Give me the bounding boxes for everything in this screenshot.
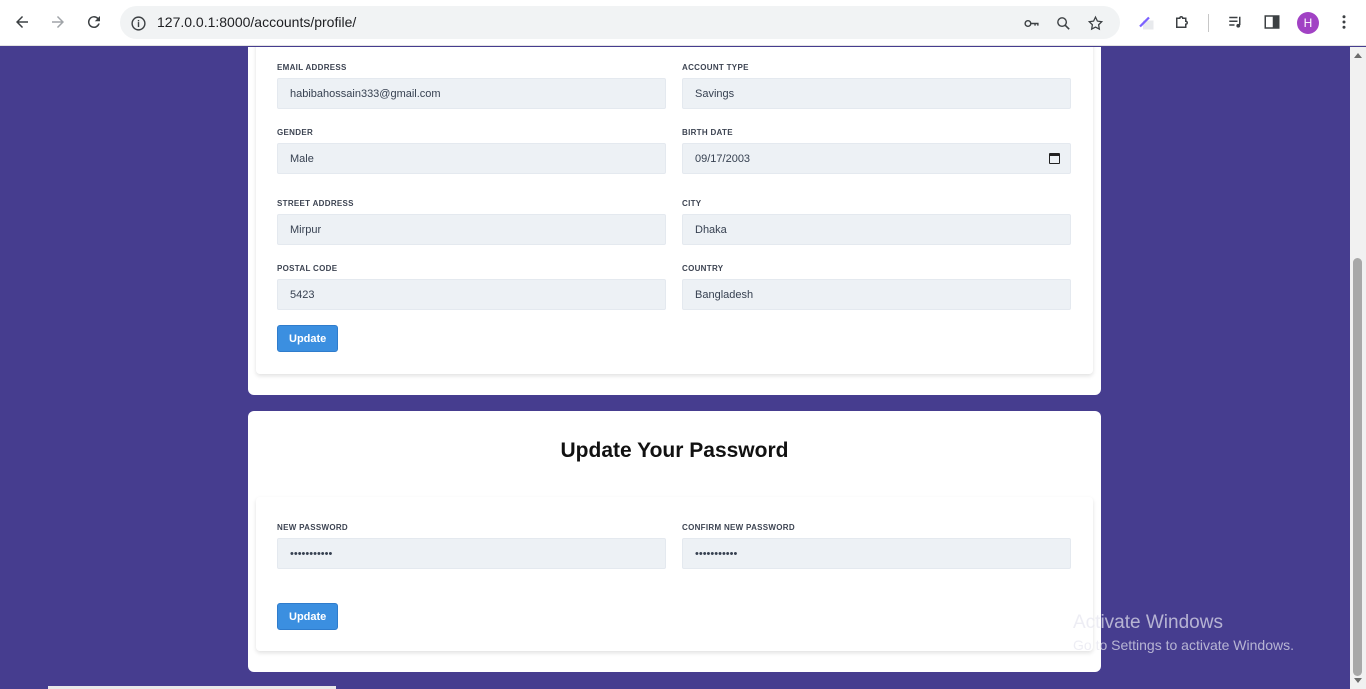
bookmark-star-icon[interactable] xyxy=(1083,11,1107,35)
page-viewport: EMAIL ADDRESS habibahossain333@gmail.com… xyxy=(0,47,1350,689)
password-form: NEW PASSWORD ••••••••••• CONFIRM NEW PAS… xyxy=(256,497,1093,651)
scroll-up-arrow[interactable] xyxy=(1354,53,1362,58)
calendar-icon[interactable] xyxy=(1049,153,1060,164)
extensions-puzzle-icon[interactable] xyxy=(1170,10,1194,34)
back-button[interactable] xyxy=(7,7,37,37)
city-label: CITY xyxy=(682,199,702,208)
email-field[interactable]: habibahossain333@gmail.com xyxy=(277,78,666,109)
activate-windows-title: Activate Windows xyxy=(1073,612,1223,633)
postal-field[interactable]: 5423 xyxy=(277,279,666,310)
key-icon[interactable] xyxy=(1019,11,1043,35)
city-field[interactable]: Dhaka xyxy=(682,214,1071,245)
country-label: COUNTRY xyxy=(682,264,724,273)
toolbar-separator xyxy=(1208,14,1209,32)
site-info-icon[interactable] xyxy=(126,11,150,35)
country-field[interactable]: Bangladesh xyxy=(682,279,1071,310)
url-text[interactable]: 127.0.0.1:8000/accounts/profile/ xyxy=(157,14,356,30)
account-type-label: ACCOUNT TYPE xyxy=(682,63,749,72)
new-password-field[interactable]: ••••••••••• xyxy=(277,538,666,569)
password-update-button[interactable]: Update xyxy=(277,603,339,630)
profile-avatar[interactable]: H xyxy=(1297,12,1319,34)
gender-field[interactable]: Male xyxy=(277,143,666,174)
password-heading: Update Your Password xyxy=(560,439,789,462)
postal-label: POSTAL CODE xyxy=(277,264,338,273)
birth-date-label: BIRTH DATE xyxy=(682,128,733,137)
reload-button[interactable] xyxy=(79,7,109,37)
account-type-field[interactable]: Savings xyxy=(682,78,1071,109)
gender-label: GENDER xyxy=(277,128,314,137)
forward-button[interactable] xyxy=(43,7,73,37)
arrow-right-icon xyxy=(52,16,64,28)
street-label: STREET ADDRESS xyxy=(277,199,354,208)
scroll-down-arrow[interactable] xyxy=(1354,678,1362,683)
side-panel-icon[interactable] xyxy=(1260,10,1284,34)
birth-date-field[interactable]: 09/17/2003 xyxy=(682,143,1071,174)
profile-card: EMAIL ADDRESS habibahossain333@gmail.com… xyxy=(248,47,1101,395)
vertical-scrollbar[interactable] xyxy=(1350,47,1366,689)
street-field[interactable]: Mirpur xyxy=(277,214,666,245)
email-label: EMAIL ADDRESS xyxy=(277,63,347,72)
media-controls-icon[interactable] xyxy=(1224,10,1248,34)
browser-toolbar: 127.0.0.1:8000/accounts/profile/ H xyxy=(0,0,1366,46)
new-password-label: NEW PASSWORD xyxy=(277,523,349,532)
zoom-icon[interactable] xyxy=(1051,11,1075,35)
profile-update-button[interactable]: Update xyxy=(277,325,339,352)
scrollbar-thumb[interactable] xyxy=(1353,258,1362,676)
reload-icon xyxy=(87,16,100,29)
extension-pen-icon[interactable] xyxy=(1134,10,1158,34)
kebab-menu-icon[interactable] xyxy=(1332,10,1356,34)
confirm-password-label: CONFIRM NEW PASSWORD xyxy=(682,523,795,532)
confirm-password-field[interactable]: ••••••••••• xyxy=(682,538,1071,569)
birth-date-value: 09/17/2003 xyxy=(695,152,751,165)
address-bar[interactable]: 127.0.0.1:8000/accounts/profile/ xyxy=(120,6,1120,39)
profile-form: EMAIL ADDRESS habibahossain333@gmail.com… xyxy=(256,47,1093,374)
arrow-left-icon xyxy=(16,16,28,28)
password-card: Update Your Password NEW PASSWORD ••••••… xyxy=(248,411,1101,672)
activate-windows-subtitle: Go to Settings to activate Windows. xyxy=(1073,637,1294,653)
